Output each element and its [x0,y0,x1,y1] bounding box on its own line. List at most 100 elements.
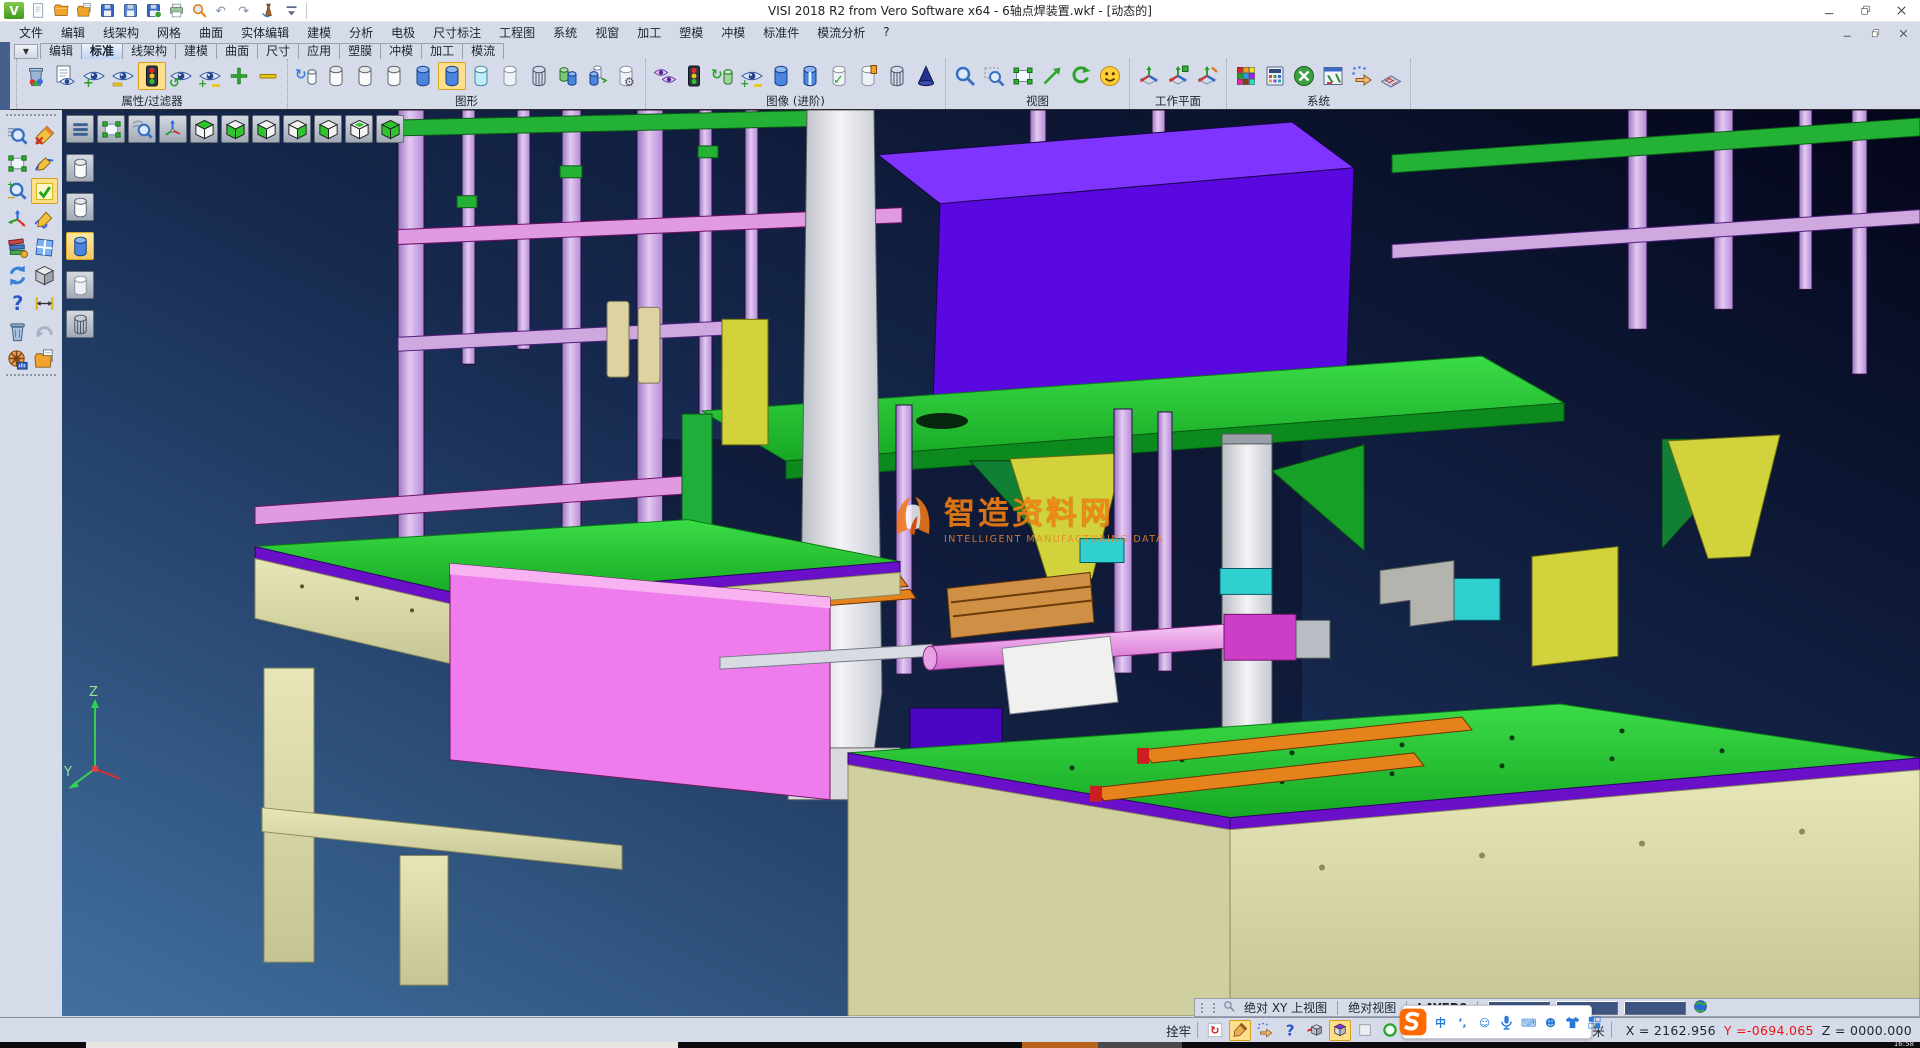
menu-item[interactable]: 视窗 [586,22,628,43]
solid-shade-icon[interactable] [767,62,795,90]
menu-item[interactable]: 加工 [628,22,670,43]
grid-settings-icon[interactable] [1377,62,1405,90]
context-help-icon[interactable]: ? [1279,1020,1301,1041]
swap-visibility-icon[interactable]: ↺ [167,62,195,90]
view-window-icon[interactable] [31,234,58,260]
ime-punctuation-icon[interactable]: ’, [1453,1011,1472,1033]
taskbar-strip[interactable]: 16:58 [0,1042,1920,1048]
toolbar-options-icon[interactable] [281,0,302,21]
ime-chinese-icon[interactable]: 中 [1431,1011,1450,1033]
copy-attributes-icon[interactable] [51,62,79,90]
ribbon-tab[interactable]: 模流 [462,43,504,59]
print-icon[interactable] [166,0,187,21]
hidden-line-mode-icon[interactable] [66,193,94,221]
menu-item[interactable]: 模流分析 [808,22,874,43]
curve-sketch-icon[interactable] [31,150,58,176]
group-display-icon[interactable] [554,62,582,90]
ime-skin-icon[interactable] [1563,1011,1582,1033]
attribute-books-icon[interactable] [4,234,31,260]
zoom-dynamic-icon[interactable] [951,62,979,90]
view-front-icon[interactable] [314,115,342,143]
ribbon-tab[interactable]: 塑膜 [339,43,381,59]
workplane-move-icon[interactable] [4,206,31,232]
view-right-icon[interactable] [283,115,311,143]
snap-settings-icon[interactable] [1348,62,1376,90]
snap-indicator-icon[interactable] [1221,998,1238,1015]
view-isometric-icon[interactable] [376,115,404,143]
ribbon-tab[interactable]: 尺寸 [257,43,299,59]
erase-icon[interactable] [31,122,58,148]
highlight-brush-icon[interactable] [1229,1020,1251,1041]
mdi-restore-button[interactable] [1866,26,1884,40]
ime-mic-icon[interactable] [1497,1011,1516,1033]
system-tools-icon[interactable] [1290,62,1318,90]
help-icon[interactable]: ? [4,290,31,316]
mesh-display-icon[interactable] [525,62,553,90]
taskbar-app-segment[interactable] [1022,1042,1098,1048]
plain-box-icon[interactable] [1354,1020,1376,1041]
menu-item[interactable]: 标准件 [754,22,808,43]
menu-item[interactable]: 曲面 [190,22,232,43]
new-file-icon[interactable] [28,0,49,21]
verified-shade-icon[interactable]: ✓ [825,62,853,90]
wireframe-mode-icon[interactable] [66,154,94,182]
ime-toolbox-icon[interactable] [1585,1011,1604,1033]
advanced-filter-icon[interactable] [680,62,708,90]
view-mode-label[interactable]: 绝对视图 [1348,999,1396,1016]
machining-wheel-icon[interactable] [4,346,31,372]
zoom-fly-icon[interactable] [128,115,156,143]
zoom-extents-icon[interactable] [1009,62,1037,90]
refresh-shading-icon[interactable]: ↻ [709,62,737,90]
zoom-extents-icon[interactable] [4,150,31,176]
delete-entity-icon[interactable] [4,318,31,344]
menu-item[interactable]: ? [874,23,898,41]
undo-icon[interactable] [31,318,58,344]
menu-item[interactable]: 电极 [382,22,424,43]
save-icon[interactable] [97,0,118,21]
dashed-hidden-display-icon[interactable] [380,62,408,90]
taskbar-window-segment[interactable] [86,1042,678,1048]
view-list-icon[interactable] [66,115,94,143]
ime-account-icon[interactable]: ☻ [1541,1011,1560,1033]
ime-emoji-icon[interactable]: ☺ [1475,1011,1494,1033]
color-palette-icon[interactable] [1232,62,1260,90]
save-as-icon[interactable] [120,0,141,21]
pinned-shade-icon[interactable] [854,62,882,90]
background-color-swatch[interactable] [1624,1001,1686,1015]
close-button[interactable] [1886,2,1916,20]
ucs-box-icon[interactable] [1329,1020,1351,1041]
view-top-icon[interactable] [190,115,218,143]
shaded-edges-mode-icon[interactable] [66,271,94,299]
workplane-on-view-icon[interactable] [1193,62,1221,90]
view-left-icon[interactable] [252,115,280,143]
mesh-mode-icon[interactable] [66,310,94,338]
view-line-icon[interactable] [1038,62,1066,90]
toolbar-grip[interactable] [6,374,56,380]
shaded-mode-icon[interactable] [66,232,94,260]
menu-item[interactable]: 实体编辑 [232,22,298,43]
ribbon-tab[interactable]: 冲模 [380,43,422,59]
hide-entities-icon[interactable] [109,62,137,90]
solid-box-icon[interactable] [31,262,58,288]
show-entities-icon[interactable]: + [80,62,108,90]
restore-button[interactable] [1850,2,1880,20]
copy-display-icon[interactable] [583,62,611,90]
undo-icon[interactable]: ↶ [212,0,233,21]
menu-item[interactable]: 建模 [298,22,340,43]
ribbon-tab[interactable]: 线架构 [122,43,176,59]
menu-item[interactable]: 网格 [148,22,190,43]
mdi-minimize-button[interactable] [1838,26,1856,40]
wireframe-display-icon[interactable] [322,62,350,90]
selection-filter-icon[interactable] [138,62,166,90]
render-view-icon[interactable] [1096,62,1124,90]
import-file-icon[interactable] [31,346,58,372]
ime-keyboard-icon[interactable]: ⌨ [1519,1011,1538,1033]
striped-shade-icon[interactable] [796,62,824,90]
display-settings-icon[interactable]: ⚙ [612,62,640,90]
viewport-3d[interactable]: Z Y 智造资料网 INTELLIGENT MANUFACTURING DATA [62,110,1920,1016]
lock-label[interactable]: 拴牢 [1166,1021,1191,1040]
tab-dropdown-button[interactable]: ▼ [14,44,38,59]
world-view-icon[interactable] [1692,998,1709,1015]
regenerate-icon[interactable]: ↻ [293,62,321,90]
shading-toggle-icon[interactable]: + [738,62,766,90]
